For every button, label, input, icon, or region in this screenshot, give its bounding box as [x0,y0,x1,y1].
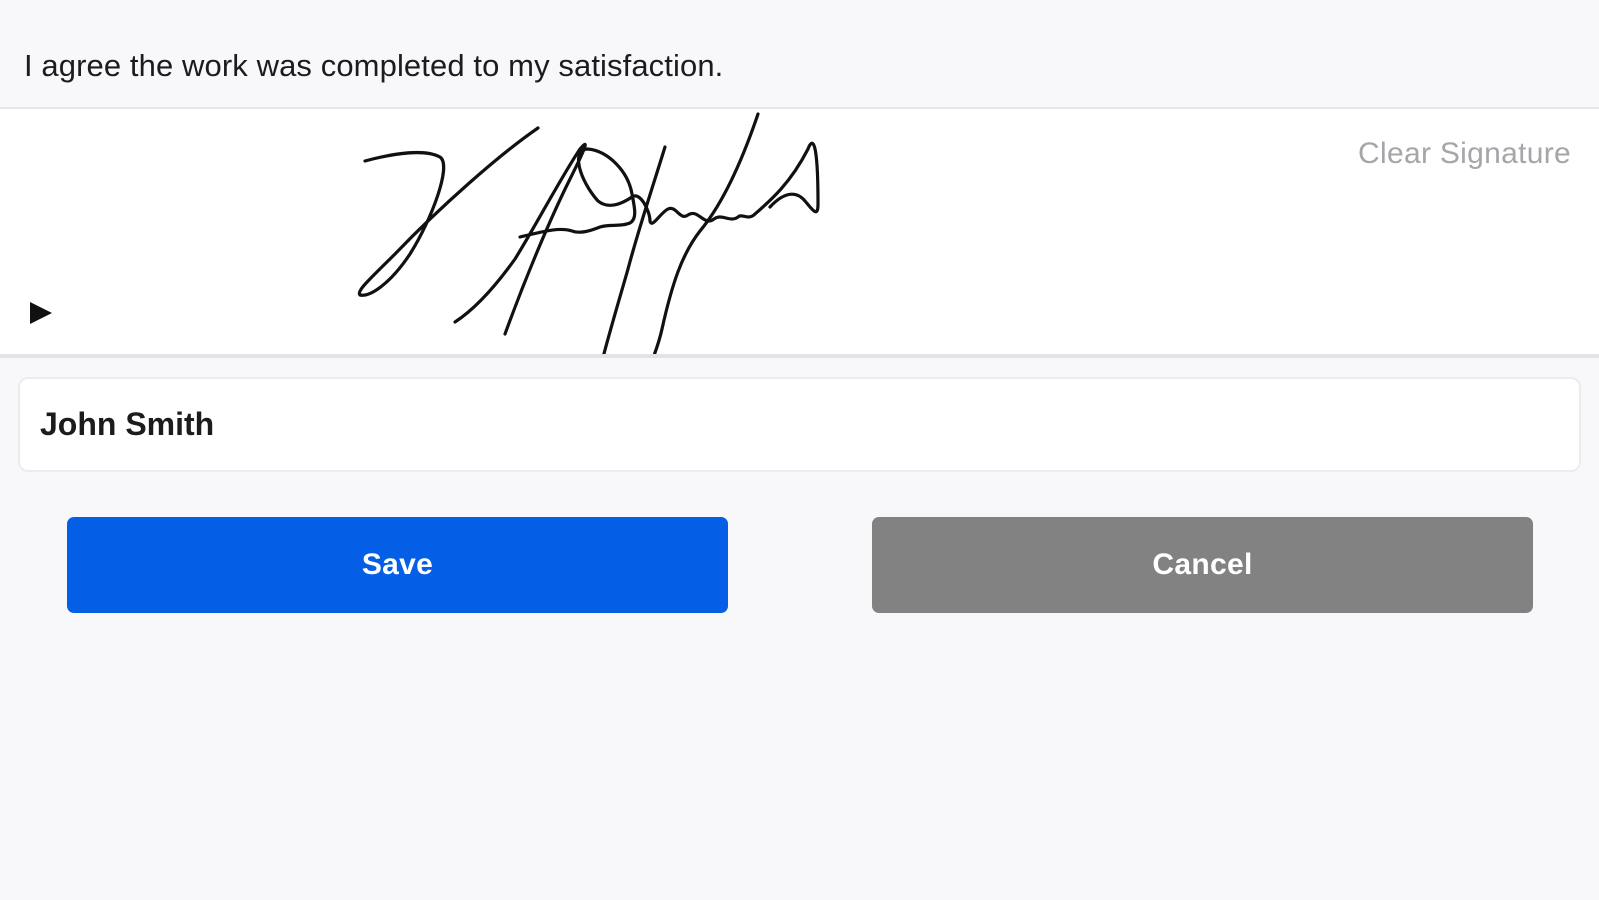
save-button[interactable]: Save [67,517,728,613]
signature-pad[interactable]: Clear Signature [0,107,1599,358]
name-input[interactable] [20,379,1579,470]
play-icon[interactable] [30,302,52,324]
agreement-text: I agree the work was completed to my sat… [24,48,724,83]
clear-signature-button[interactable]: Clear Signature [1358,137,1571,171]
cancel-button[interactable]: Cancel [872,517,1533,613]
name-field[interactable] [18,377,1581,472]
signature-screen: I agree the work was completed to my sat… [0,0,1599,900]
